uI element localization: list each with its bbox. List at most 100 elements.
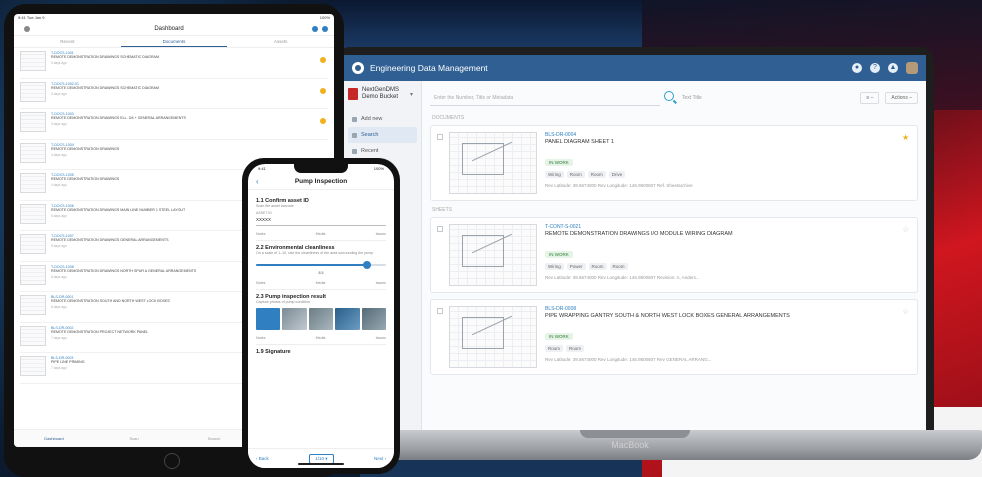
question-actions: Notes Media Issues bbox=[256, 336, 386, 345]
photo-thumbnail[interactable] bbox=[335, 308, 360, 330]
card-title: REMOTE DEMONSTRATION DRAWINGS I/O MODULE… bbox=[545, 231, 733, 237]
clock-icon bbox=[352, 148, 357, 154]
star-icon[interactable] bbox=[320, 57, 326, 63]
drawing-thumbnail[interactable] bbox=[449, 224, 537, 286]
drawing-thumbnail bbox=[20, 295, 46, 315]
section-subtitle: Capture photos of pump condition bbox=[256, 300, 310, 304]
list-item[interactable]: T-DOCS-1003 REMOTE DEMONSTRATION DRAWINGS… bbox=[20, 109, 328, 140]
view-toggle-button[interactable]: ≡ – bbox=[860, 92, 880, 104]
slider-handle[interactable] bbox=[362, 261, 371, 269]
status-battery: 100% bbox=[373, 166, 384, 171]
tab-documents[interactable]: Documents bbox=[120, 36, 228, 47]
sidebar-item-label: Recent bbox=[361, 148, 379, 154]
asset-id-field[interactable]: XXXXX bbox=[256, 215, 386, 226]
status-time: 9:41 bbox=[258, 166, 266, 171]
laptop-notch bbox=[580, 430, 690, 438]
search-icon[interactable] bbox=[664, 91, 674, 101]
sidebar-item-recent[interactable]: Recent bbox=[348, 143, 417, 159]
issues-button[interactable]: Issues bbox=[376, 336, 386, 340]
list-item[interactable]: T-DOCS-1002-01 REMOTE DEMONSTRATION DRAWI… bbox=[20, 79, 328, 109]
card-id[interactable]: BLS-DR-0004 bbox=[545, 132, 911, 138]
photo-thumbnail[interactable] bbox=[308, 308, 334, 330]
drawing-thumbnail bbox=[20, 51, 46, 71]
search-icon[interactable] bbox=[312, 25, 318, 32]
notes-button[interactable]: Notes bbox=[256, 281, 265, 285]
app-header: Engineering Data Management ● ? ▲ bbox=[344, 55, 926, 81]
list-item-date: 3 days ago bbox=[51, 91, 67, 96]
add-photo-button[interactable] bbox=[256, 308, 281, 330]
issues-button[interactable]: Issues bbox=[376, 232, 386, 236]
section-label-documents: DOCUMENTS bbox=[432, 115, 465, 121]
media-button[interactable]: Media bbox=[316, 281, 326, 285]
cleanliness-slider[interactable] bbox=[256, 261, 386, 269]
star-icon[interactable] bbox=[320, 87, 326, 94]
phone-header: ‹ Pump Inspection bbox=[248, 174, 394, 190]
back-button[interactable]: ‹ Back bbox=[256, 456, 269, 461]
notes-button[interactable]: Notes bbox=[256, 232, 265, 236]
drawing-thumbnail[interactable] bbox=[449, 306, 537, 368]
tab-assets[interactable]: Assets bbox=[227, 36, 334, 47]
star-icon[interactable] bbox=[320, 118, 326, 124]
star-icon[interactable]: ☆ bbox=[902, 308, 909, 316]
card-id[interactable]: T-CONT-S-0021 bbox=[545, 224, 911, 230]
photo-thumbnail[interactable] bbox=[282, 308, 307, 330]
slider-value: 8.5 bbox=[318, 271, 324, 275]
list-item-date: 4 days ago bbox=[51, 152, 67, 157]
list-item-title: REMOTE DEMONSTRATION DRAWINGS ELL. 3/4 +… bbox=[51, 116, 186, 120]
document-card[interactable]: T-CONT-S-0021 REMOTE DEMONSTRATION DRAWI… bbox=[430, 217, 918, 293]
notes-button[interactable]: Notes bbox=[256, 336, 265, 340]
list-item[interactable]: T-DOCS-1001 REMOTE DEMONSTRATION DRAWINGS… bbox=[20, 48, 328, 79]
tag: Room bbox=[588, 263, 607, 270]
status-badge: IN WORK bbox=[545, 333, 573, 340]
user-avatar[interactable] bbox=[906, 62, 918, 74]
home-indicator bbox=[298, 463, 344, 465]
sidebar-item-add-new[interactable]: Add new bbox=[348, 111, 417, 127]
card-checkbox[interactable] bbox=[437, 308, 443, 314]
document-card[interactable]: BLS-DR-0004 PANEL DIAGRAM SHEET 1 IN WOR… bbox=[430, 125, 918, 201]
back-chevron-icon[interactable]: ‹ bbox=[256, 177, 266, 186]
chat-icon[interactable]: ● bbox=[852, 63, 862, 73]
next-button[interactable]: Next › bbox=[374, 456, 386, 461]
help-icon[interactable]: ? bbox=[870, 63, 880, 73]
nav-scan[interactable]: Scan bbox=[94, 430, 174, 447]
tab-recent[interactable]: Recent bbox=[14, 36, 121, 47]
status-battery: 100% bbox=[319, 15, 330, 20]
card-title: PANEL DIAGRAM SHEET 1 bbox=[545, 139, 614, 145]
searchbar: Enter the Number, Title or Metadata Text… bbox=[430, 89, 918, 107]
search-input[interactable]: Enter the Number, Title or Metadata bbox=[430, 90, 674, 106]
card-metadata: Rev Latitude: 39.5674000 Rev Longitude: … bbox=[545, 275, 700, 280]
section-title: 1.9 Signature bbox=[256, 349, 291, 355]
tablet-header: Dashboard bbox=[14, 22, 334, 36]
search-options[interactable]: Text Title bbox=[682, 95, 702, 101]
actions-dropdown[interactable]: Actions – bbox=[885, 92, 918, 104]
media-button[interactable]: Media bbox=[316, 336, 326, 340]
drawing-thumbnail[interactable] bbox=[449, 132, 537, 194]
card-id[interactable]: BLS-DR-0008 bbox=[545, 306, 911, 312]
card-metadata: Rev Latitude: 39.5674000 Rev Longitude: … bbox=[545, 183, 693, 188]
photo-thumbnail[interactable] bbox=[361, 308, 387, 330]
more-icon[interactable] bbox=[322, 25, 328, 32]
card-checkbox[interactable] bbox=[437, 134, 443, 140]
star-icon[interactable]: ★ bbox=[902, 134, 909, 142]
section-subtitle: Scan the asset barcode bbox=[256, 204, 294, 208]
phone-notch bbox=[294, 164, 348, 173]
star-icon[interactable]: ☆ bbox=[902, 226, 909, 234]
chevron-down-icon: ▾ bbox=[410, 91, 414, 98]
page-selector[interactable]: 1/10 ▾ bbox=[309, 453, 334, 464]
nav-dashboard[interactable]: Dashboard bbox=[14, 430, 94, 447]
tablet-status-bar: 9:41 Tue Jan 9 100% bbox=[14, 14, 334, 22]
issues-button[interactable]: Issues bbox=[376, 281, 386, 285]
media-button[interactable]: Media bbox=[316, 232, 326, 236]
tag: Room bbox=[566, 345, 585, 352]
card-checkbox[interactable] bbox=[437, 226, 443, 232]
document-card[interactable]: BLS-DR-0008 PIPE WRAPPING GANTRY SOUTH &… bbox=[430, 299, 918, 375]
phone-screen: 9:41 100% ‹ Pump Inspection 1.1 Confirm … bbox=[248, 164, 394, 468]
list-item-title: REMOTE DEMONSTRATION DRAWINGS SCHEMATIC … bbox=[51, 55, 159, 59]
drawing-thumbnail bbox=[20, 81, 46, 102]
tag: Room bbox=[609, 263, 628, 270]
drawing-thumbnail bbox=[20, 356, 46, 376]
bucket-selector[interactable]: NextGenDMS Demo Bucket ▾ bbox=[348, 87, 417, 101]
notification-bell-icon[interactable]: ▲ bbox=[888, 63, 898, 73]
sidebar-item-search[interactable]: Search bbox=[348, 127, 417, 143]
page-title: Pump Inspection bbox=[294, 178, 348, 185]
